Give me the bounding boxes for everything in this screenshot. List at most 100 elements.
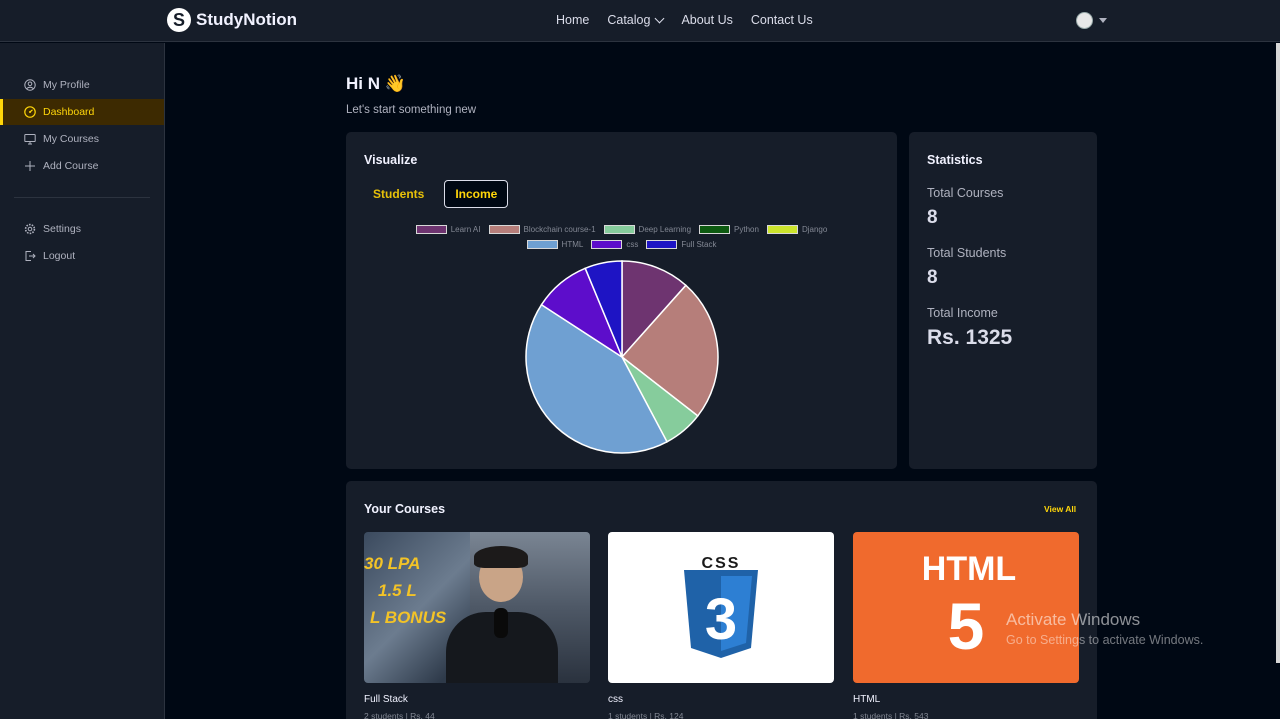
view-all-link[interactable]: View All bbox=[1044, 504, 1076, 514]
watermark-title: Activate Windows bbox=[1006, 610, 1141, 629]
page-subtitle: Let's start something new bbox=[346, 104, 477, 116]
thumbnail-text: HTML bbox=[922, 550, 1016, 588]
legend-label: Full Stack bbox=[681, 240, 717, 249]
nav-link-about[interactable]: About Us bbox=[681, 13, 732, 27]
windows-activation-watermark: Activate Windows Go to Settings to activ… bbox=[1006, 610, 1203, 647]
legend-swatch bbox=[766, 225, 798, 234]
income-pie-chart[interactable] bbox=[525, 260, 719, 454]
logo-text: StudyNotion bbox=[196, 10, 298, 29]
legend-label: HTML bbox=[561, 240, 584, 249]
legend-row: HTML css Full Stack bbox=[346, 240, 897, 249]
profile-dropdown[interactable] bbox=[1076, 12, 1107, 29]
sidebar-item-label: Add Course bbox=[43, 160, 99, 172]
chevron-down-icon bbox=[654, 13, 665, 23]
nav-link-contact[interactable]: Contact Us bbox=[751, 13, 813, 27]
legend-item[interactable]: Full Stack bbox=[646, 240, 716, 249]
statistics-title: Statistics bbox=[927, 153, 983, 167]
course-meta: 1 students | Rs. 124 bbox=[608, 711, 684, 719]
sidebar: My Profile Dashboard My Courses Add Cour… bbox=[0, 43, 165, 719]
nav-link-home[interactable]: Home bbox=[556, 13, 589, 27]
tab-students[interactable]: Students bbox=[363, 180, 434, 208]
page-scrollbar[interactable] bbox=[1276, 43, 1280, 663]
sidebar-item-logout[interactable]: Logout bbox=[0, 243, 164, 269]
sidebar-item-my-profile[interactable]: My Profile bbox=[0, 72, 164, 98]
legend-item[interactable]: Python bbox=[699, 225, 759, 234]
logout-icon bbox=[24, 250, 36, 262]
caret-down-icon bbox=[1099, 18, 1107, 23]
legend-item[interactable]: Deep Learning bbox=[603, 225, 692, 234]
stat-total-students-label: Total Students bbox=[927, 246, 1007, 260]
your-courses-title: Your Courses bbox=[364, 502, 446, 516]
legend-swatch bbox=[603, 225, 635, 234]
legend-swatch bbox=[591, 240, 623, 249]
sidebar-item-add-course[interactable]: Add Course bbox=[0, 153, 164, 179]
stat-total-courses-value: 8 bbox=[927, 207, 938, 228]
thumbnail-text: 1.5 L bbox=[378, 581, 417, 600]
sidebar-item-settings[interactable]: Settings bbox=[0, 216, 164, 242]
thumbnail-text: 5 bbox=[948, 589, 985, 663]
legend-label: Django bbox=[801, 225, 828, 234]
legend-label: Learn AI bbox=[450, 225, 481, 234]
gauge-icon bbox=[24, 106, 36, 118]
course-thumbnail[interactable]: 30 LPA 1.5 L L BONUS bbox=[364, 532, 590, 683]
stat-total-students-value: 8 bbox=[927, 267, 938, 288]
course-name[interactable]: HTML bbox=[853, 694, 1079, 705]
legend-row: Learn AI Blockchain course-1 Deep Learning… bbox=[346, 225, 897, 234]
page-title: Hi N 👋 bbox=[346, 74, 406, 93]
monitor-icon bbox=[24, 133, 36, 145]
legend-label: Deep Learning bbox=[638, 225, 692, 234]
stat-total-income-label: Total Income bbox=[927, 306, 998, 320]
legend-item[interactable]: Django bbox=[766, 225, 828, 234]
legend-swatch bbox=[699, 225, 731, 234]
logo[interactable]: S StudyNotion bbox=[167, 8, 297, 32]
course-name[interactable]: Full Stack bbox=[364, 694, 590, 705]
course-card-full-stack[interactable]: 30 LPA 1.5 L L BONUS Full Stack 2 studen… bbox=[364, 532, 590, 719]
sidebar-item-label: My Courses bbox=[43, 133, 100, 145]
logo-mark-icon: S bbox=[167, 8, 191, 32]
sidebar-item-label: My Profile bbox=[43, 79, 90, 91]
html5-logo-icon: HTML 5 bbox=[922, 550, 1016, 663]
chart-tabs: Students Income bbox=[363, 180, 509, 208]
course-name[interactable]: css bbox=[608, 694, 834, 705]
gear-icon bbox=[24, 223, 36, 235]
nav-link-catalog-label: Catalog bbox=[607, 13, 651, 27]
legend-item[interactable]: Learn AI bbox=[415, 225, 481, 234]
course-card-css[interactable]: CSS 3 css 1 students | Rs. 124 bbox=[608, 532, 834, 719]
legend-swatch bbox=[646, 240, 678, 249]
plus-icon bbox=[24, 160, 36, 172]
legend-swatch bbox=[526, 240, 558, 249]
legend-item[interactable]: HTML bbox=[526, 240, 584, 249]
legend-item[interactable]: css bbox=[591, 240, 638, 249]
statistics-panel: Statistics Total Courses 8 Total Student… bbox=[909, 132, 1097, 469]
thumbnail-text: 30 LPA bbox=[364, 554, 421, 573]
tab-income[interactable]: Income bbox=[444, 180, 509, 208]
legend-swatch bbox=[415, 225, 447, 234]
sidebar-item-label: Logout bbox=[43, 250, 76, 262]
thumbnail-text: 3 bbox=[705, 587, 737, 652]
legend-item[interactable]: Blockchain course-1 bbox=[488, 225, 596, 234]
avatar bbox=[1076, 12, 1093, 29]
sidebar-item-dashboard[interactable]: Dashboard bbox=[0, 99, 164, 125]
sidebar-item-my-courses[interactable]: My Courses bbox=[0, 126, 164, 152]
thumbnail-text: L BONUS bbox=[370, 608, 447, 627]
sidebar-item-label: Dashboard bbox=[43, 106, 95, 118]
legend-label: Blockchain course-1 bbox=[523, 225, 596, 234]
course-thumbnail[interactable]: HTML 5 bbox=[853, 532, 1079, 683]
sidebar-item-label: Settings bbox=[43, 223, 81, 235]
css3-logo-icon: CSS 3 bbox=[684, 555, 758, 658]
legend-swatch bbox=[488, 225, 520, 234]
thumbnail-text: CSS bbox=[702, 555, 741, 572]
chart-legend: Learn AI Blockchain course-1 Deep Learning… bbox=[346, 225, 897, 255]
legend-label: Python bbox=[734, 225, 759, 234]
course-meta: 1 students | Rs. 543 bbox=[853, 711, 929, 719]
legend-label: css bbox=[626, 240, 639, 249]
top-navbar: S StudyNotion Home Catalog About Us Cont… bbox=[0, 0, 1280, 42]
nav-links: Home Catalog About Us Contact Us bbox=[556, 13, 813, 27]
course-meta: 2 students | Rs. 44 bbox=[364, 711, 435, 719]
user-circle-icon bbox=[24, 79, 36, 91]
visualize-panel: Visualize Students Income Learn AI Blockc… bbox=[346, 132, 897, 469]
course-thumbnail[interactable]: CSS 3 bbox=[608, 532, 834, 683]
nav-link-catalog[interactable]: Catalog bbox=[607, 13, 665, 27]
stat-total-income-value: Rs. 1325 bbox=[927, 326, 1013, 349]
visualize-title: Visualize bbox=[364, 153, 418, 167]
